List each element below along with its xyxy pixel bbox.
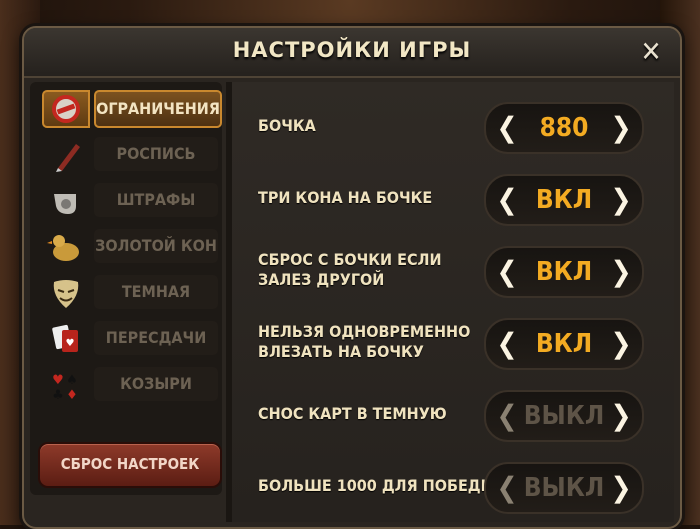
setting-stepper: ❮ ВКЛ ❯	[484, 174, 644, 226]
sidebar-item-golden-round[interactable]: ЗОЛОТОЙ КОН	[30, 226, 222, 266]
mask-icon	[44, 276, 88, 310]
sidebar-item-label: КОЗЫРИ	[94, 367, 218, 401]
sidebar-item-trumps[interactable]: ♥ ♠ ♣ ♦ КОЗЫРИ	[30, 364, 222, 404]
whistle-icon	[44, 184, 88, 218]
arrow-right-icon[interactable]: ❯	[608, 402, 634, 430]
sidebar-item-redeals[interactable]: ♥ ПЕРЕСДАЧИ	[30, 318, 222, 358]
setting-row: СБРОС С БОЧКИ ЕСЛИ ЗАЛЕЗ ДРУГОЙ ❮ ВКЛ ❯	[232, 234, 674, 304]
golden-duck-icon	[44, 230, 88, 264]
setting-label: БОЛЬШЕ 1000 ДЛЯ ПОБЕДЫ	[258, 476, 496, 495]
sidebar-item-signing[interactable]: РОСПИСЬ	[30, 134, 222, 174]
setting-value: ВЫКЛ	[523, 401, 605, 431]
arrow-right-icon[interactable]: ❯	[608, 186, 634, 214]
sidebar-item-dark[interactable]: ТЕМНАЯ	[30, 272, 222, 312]
setting-value: ВЫКЛ	[523, 473, 605, 503]
arrow-right-icon[interactable]: ❯	[608, 258, 634, 286]
svg-text:♥: ♥	[66, 338, 75, 349]
setting-stepper: ❮ 880 ❯	[484, 102, 644, 154]
setting-value: 880	[539, 113, 589, 143]
arrow-right-icon[interactable]: ❯	[608, 474, 634, 502]
close-icon[interactable]: ✕	[636, 37, 666, 67]
setting-label: СНОС КАРТ В ТЕМНУЮ	[258, 404, 447, 423]
reset-settings-button[interactable]: СБРОС НАСТРОЕК	[38, 442, 222, 488]
svg-text:♣: ♣	[52, 388, 64, 402]
sidebar: ОГРАНИЧЕНИЯ РОСПИСЬ ШТРАФЫ ЗОЛОТОЙ КОН Т…	[30, 82, 222, 495]
sidebar-item-penalties[interactable]: ШТРАФЫ	[30, 180, 222, 220]
setting-row: СНОС КАРТ В ТЕМНУЮ ❮ ВЫКЛ ❯	[232, 378, 674, 448]
sidebar-item-label: РОСПИСЬ	[94, 137, 218, 171]
setting-row: БОЛЬШЕ 1000 ДЛЯ ПОБЕДЫ ❮ ВЫКЛ ❯	[232, 450, 674, 520]
arrow-right-icon[interactable]: ❯	[608, 330, 634, 358]
setting-row: ТРИ КОНА НА БОЧКЕ ❮ ВКЛ ❯	[232, 162, 674, 232]
setting-value: ВКЛ	[535, 329, 593, 359]
setting-label: СБРОС С БОЧКИ ЕСЛИ ЗАЛЕЗ ДРУГОЙ	[258, 250, 442, 289]
setting-stepper: ❮ ВЫКЛ ❯	[484, 390, 644, 442]
setting-label: БОЧКА	[258, 116, 316, 135]
setting-label: НЕЛЬЗЯ ОДНОВРЕМЕННО ВЛЕЗАТЬ НА БОЧКУ	[258, 322, 471, 361]
svg-text:♥: ♥	[52, 373, 64, 388]
sidebar-item-label: ОГРАНИЧЕНИЯ	[94, 90, 222, 128]
setting-value: ВКЛ	[535, 257, 593, 287]
setting-stepper: ❮ ВКЛ ❯	[484, 246, 644, 298]
pen-icon	[44, 138, 88, 172]
settings-dialog: НАСТРОЙКИ ИГРЫ ✕ ОГРАНИЧЕНИЯ РОСПИСЬ ШТР…	[22, 26, 682, 529]
dialog-title: НАСТРОЙКИ ИГРЫ	[232, 38, 472, 62]
sidebar-item-label: ТЕМНАЯ	[94, 275, 218, 309]
sidebar-item-limits[interactable]: ОГРАНИЧЕНИЯ	[30, 88, 222, 128]
setting-row: НЕЛЬЗЯ ОДНОВРЕМЕННО ВЛЕЗАТЬ НА БОЧКУ ❮ В…	[232, 306, 674, 376]
arrow-right-icon[interactable]: ❯	[608, 114, 634, 142]
sidebar-item-label: ШТРАФЫ	[94, 183, 218, 217]
title-bar: НАСТРОЙКИ ИГРЫ ✕	[24, 28, 680, 78]
sidebar-item-label: ЗОЛОТОЙ КОН	[94, 229, 218, 263]
setting-stepper: ❮ ВКЛ ❯	[484, 318, 644, 370]
settings-panel: БОЧКА ❮ 880 ❯ ТРИ КОНА НА БОЧКЕ ❮ ВКЛ ❯ …	[232, 82, 674, 522]
svg-text:♦: ♦	[66, 388, 78, 402]
no-entry-icon	[42, 90, 90, 128]
suits-icon: ♥ ♠ ♣ ♦	[44, 368, 88, 403]
setting-label: ТРИ КОНА НА БОЧКЕ	[258, 188, 433, 207]
setting-row: БОЧКА ❮ 880 ❯	[232, 90, 674, 160]
svg-text:♠: ♠	[66, 373, 78, 388]
cards-icon: ♥	[44, 322, 88, 356]
setting-value: ВКЛ	[535, 185, 593, 215]
sidebar-item-label: ПЕРЕСДАЧИ	[94, 321, 218, 355]
setting-stepper: ❮ ВЫКЛ ❯	[484, 462, 644, 514]
